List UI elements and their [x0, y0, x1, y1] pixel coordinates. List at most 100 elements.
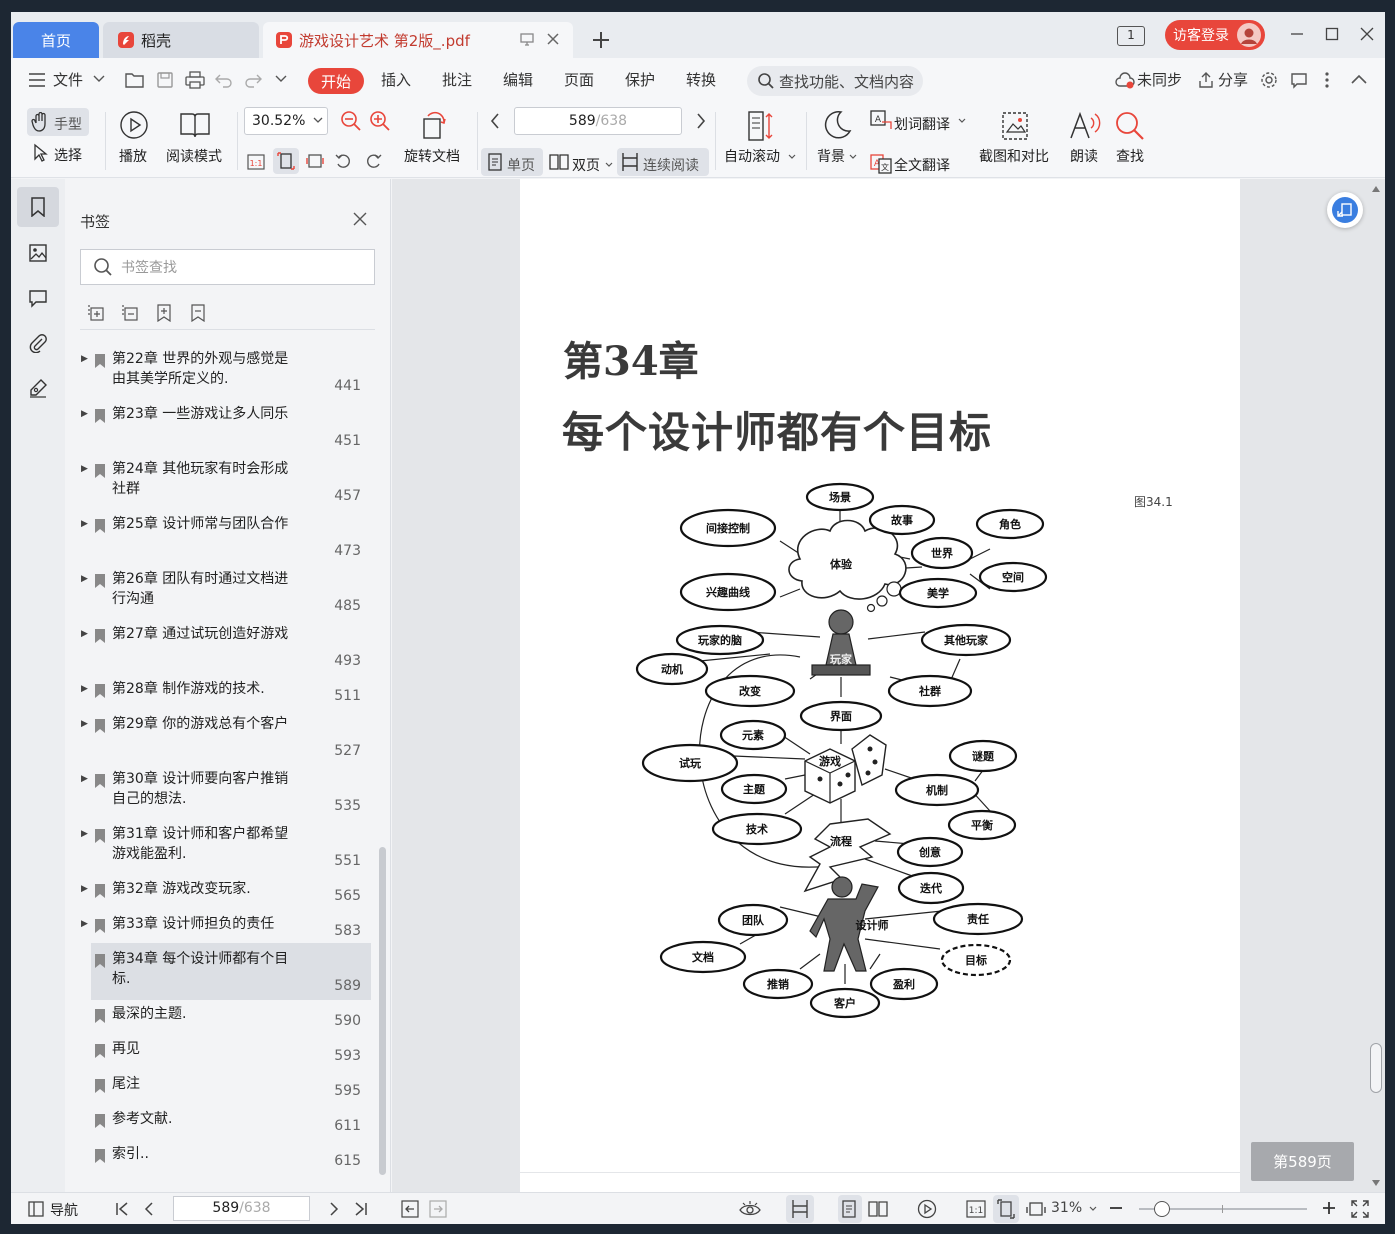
undo-icon[interactable]	[215, 71, 233, 89]
share-icon[interactable]	[1197, 71, 1215, 89]
bookmark-item[interactable]: 参考文献. 611	[79, 1109, 369, 1144]
pin-window-icon[interactable]	[519, 31, 535, 47]
bookmark-item[interactable]: ▶ 第24章 其他玩家有时会形成社群 457	[79, 459, 369, 514]
bookmark-item[interactable]: 尾注 595	[79, 1074, 369, 1109]
cursor-arrow-icon[interactable]	[33, 143, 49, 163]
double-view-icon[interactable]	[868, 1200, 888, 1218]
close-panel-icon[interactable]	[353, 212, 367, 226]
bookmark-item[interactable]: ▶ 第23章 一些游戏让多人同乐 451	[79, 404, 369, 459]
expand-arrow-icon[interactable]: ▶	[81, 719, 88, 729]
expand-arrow-icon[interactable]: ▶	[81, 629, 88, 639]
expand-all-icon[interactable]	[87, 304, 105, 322]
status-zoom-in-icon[interactable]	[1322, 1201, 1336, 1215]
fit-width-icon[interactable]	[306, 152, 324, 170]
expand-arrow-icon[interactable]: ▶	[81, 774, 88, 784]
menu-protect[interactable]: 保护	[625, 69, 655, 90]
new-tab-icon[interactable]	[591, 30, 611, 50]
menu-edit[interactable]: 编辑	[503, 69, 533, 90]
bookmark-item[interactable]: ▶ 第32章 游戏改变玩家. 565	[79, 879, 369, 914]
navigation-panel-icon[interactable]	[27, 1200, 45, 1218]
read-mode-label[interactable]: 阅读模式	[166, 146, 222, 166]
menu-page[interactable]: 页面	[564, 69, 594, 90]
menu-convert[interactable]: 转换	[686, 69, 716, 90]
forward-view-icon[interactable]	[429, 1200, 447, 1218]
bookmark-item[interactable]: 第34章 每个设计师都有个目标. 589	[79, 943, 371, 1004]
feedback-icon[interactable]	[1290, 71, 1308, 89]
play-icon[interactable]	[119, 110, 149, 140]
menu-insert[interactable]: 插入	[381, 69, 411, 90]
collapse-ribbon-icon[interactable]	[1350, 72, 1368, 86]
bookmark-item[interactable]: 最深的主题. 590	[79, 1004, 369, 1039]
word-translate-icon[interactable]: A	[870, 110, 892, 130]
following-page-icon[interactable]	[328, 1201, 340, 1217]
last-page-icon[interactable]	[353, 1201, 369, 1217]
full-translate-label[interactable]: 全文翻译	[894, 155, 950, 175]
double-page-icon[interactable]	[549, 153, 569, 171]
status-page-input[interactable]: 589/638	[173, 1196, 310, 1221]
status-zoom-chevron-icon[interactable]	[1089, 1206, 1097, 1212]
open-folder-icon[interactable]	[125, 71, 145, 89]
auto-scroll-chevron-icon[interactable]	[788, 154, 796, 160]
expand-arrow-icon[interactable]: ▶	[81, 884, 88, 894]
bookmark-scrollbar[interactable]	[379, 847, 386, 1175]
rotate-document-label[interactable]: 旋转文档	[404, 146, 460, 166]
close-window-icon[interactable]	[1359, 26, 1375, 42]
double-chevron-icon[interactable]	[605, 162, 613, 168]
scroll-down-arrow-icon[interactable]	[1372, 1180, 1380, 1186]
tab-home[interactable]: 首页	[13, 22, 99, 58]
select-tool-label[interactable]: 选择	[54, 145, 82, 165]
more-chevron-icon[interactable]	[275, 74, 287, 84]
fit-width-status-icon[interactable]	[1026, 1199, 1046, 1219]
slideshow-play-icon[interactable]	[917, 1199, 937, 1219]
back-view-icon[interactable]	[401, 1200, 419, 1218]
word-translate-label[interactable]: 划词翻译	[894, 114, 950, 134]
expand-arrow-icon[interactable]: ▶	[81, 519, 88, 529]
moon-background-icon[interactable]	[821, 109, 853, 141]
first-page-icon[interactable]	[114, 1201, 130, 1217]
read-aloud-icon[interactable]	[1068, 110, 1102, 142]
full-translate-icon[interactable]: A文	[870, 154, 892, 174]
delete-bookmark-icon[interactable]	[189, 304, 207, 322]
find-search-icon[interactable]	[1114, 110, 1146, 142]
rotate-document-icon[interactable]	[418, 110, 448, 140]
save-icon[interactable]	[156, 71, 174, 89]
rotate-left-icon[interactable]	[335, 152, 353, 170]
expand-arrow-icon[interactable]: ▶	[81, 574, 88, 584]
add-bookmark-icon[interactable]	[155, 304, 173, 322]
thumbnail-panel-button[interactable]	[17, 233, 59, 273]
eye-protection-icon[interactable]	[739, 1200, 761, 1218]
read-mode-book-icon[interactable]	[179, 111, 211, 139]
maximize-icon[interactable]	[1324, 26, 1340, 42]
previous-page-icon[interactable]	[143, 1201, 155, 1217]
bookmark-item[interactable]: ▶ 第27章 通过试玩创造好游戏 493	[79, 624, 369, 679]
rotate-right-icon[interactable]	[364, 152, 382, 170]
bookmark-panel-button[interactable]	[17, 187, 59, 227]
play-label[interactable]: 播放	[119, 146, 147, 166]
sync-status[interactable]: 未同步	[1137, 69, 1182, 90]
double-page-label[interactable]: 双页	[572, 155, 600, 175]
tab-daoke[interactable]: 稻壳	[103, 22, 259, 58]
read-aloud-label[interactable]: 朗读	[1070, 146, 1098, 166]
print-icon[interactable]	[185, 71, 205, 89]
status-zoom-value[interactable]: 31%	[1051, 1200, 1082, 1216]
word-translate-chevron-icon[interactable]	[958, 118, 966, 124]
tab-document[interactable]: 游戏设计艺术 第2版_.pdf	[263, 22, 573, 58]
page-number-input[interactable]: 589/638	[514, 107, 682, 135]
actual-size-icon[interactable]: 1:1	[247, 154, 265, 170]
screenshot-compare-label[interactable]: 截图和对比	[979, 146, 1049, 166]
navigation-label[interactable]: 导航	[50, 1200, 78, 1220]
bookmark-item[interactable]: ▶ 第31章 设计师和客户都希望游戏能盈利. 551	[79, 824, 369, 879]
screenshot-compare-icon[interactable]	[1000, 110, 1030, 142]
menu-start[interactable]: 开始	[308, 68, 364, 94]
expand-arrow-icon[interactable]: ▶	[81, 829, 88, 839]
collapse-all-icon[interactable]	[121, 304, 139, 322]
actual-size-status-icon[interactable]: 1:1	[966, 1200, 986, 1218]
cloud-sync-icon[interactable]	[1115, 72, 1135, 90]
zoom-slider-handle[interactable]	[1154, 1201, 1170, 1217]
document-scrollbar-thumb[interactable]	[1370, 1043, 1382, 1093]
expand-arrow-icon[interactable]: ▶	[81, 409, 88, 419]
next-page-icon[interactable]	[695, 112, 707, 130]
zoom-out-icon[interactable]	[340, 110, 362, 132]
background-chevron-icon[interactable]	[849, 154, 857, 160]
signature-panel-button[interactable]	[17, 368, 59, 408]
